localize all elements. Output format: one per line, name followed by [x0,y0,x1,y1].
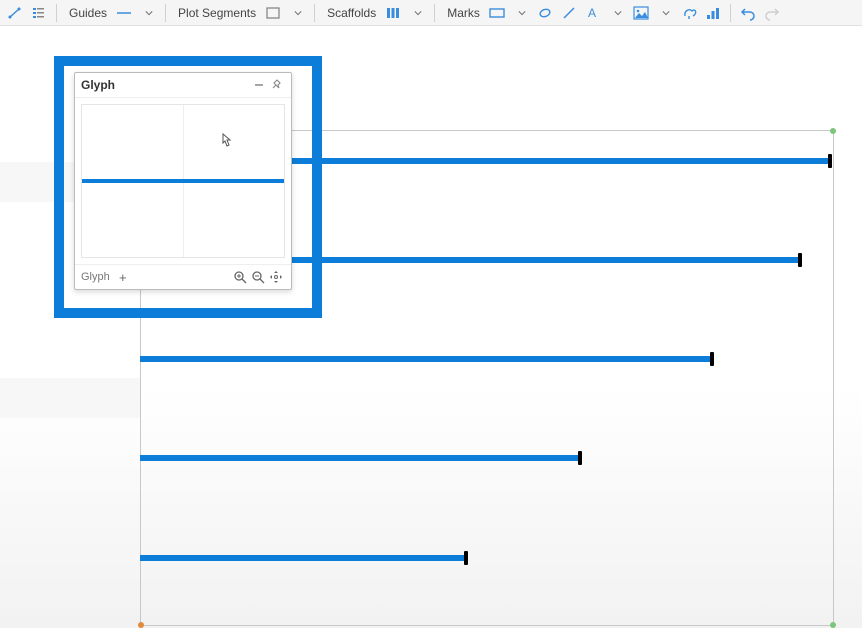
mark-symbol-button[interactable] [534,2,556,24]
scaffold-dropdown-button[interactable] [406,2,428,24]
mark-image-dropdown-button[interactable] [654,2,676,24]
redo-button[interactable] [761,2,783,24]
separator [56,4,57,22]
mark-line-button[interactable] [558,2,580,24]
mark-rect-button[interactable] [486,2,508,24]
minimize-icon[interactable] [251,77,267,93]
mark-data-axis-button[interactable] [702,2,724,24]
link-tool-button[interactable] [4,2,26,24]
legend-tool-button[interactable] [28,2,50,24]
separator [314,4,315,22]
mark-icon-button[interactable] [678,2,700,24]
bg-region [0,378,140,418]
glyph-panel-title: Glyph [81,78,115,92]
separator [730,4,731,22]
bar-mark[interactable] [140,455,580,461]
mark-text-button[interactable]: A [582,2,604,24]
zoom-in-icon[interactable] [231,268,249,286]
chart-canvas[interactable]: Glyph Glyph + [0,26,862,628]
svg-text:A: A [588,6,596,20]
scaffold-columns-button[interactable] [382,2,404,24]
glyph-panel[interactable]: Glyph Glyph + [74,72,292,290]
glyph-panel-footer: Glyph + [75,264,291,289]
scaffolds-label: Scaffolds [321,6,380,20]
bar-mark[interactable] [140,356,712,362]
anchor-top-right[interactable] [830,128,836,134]
bar-end-handle[interactable] [464,551,468,565]
glyph-footer-label: Glyph [81,271,110,283]
bar-end-handle[interactable] [828,154,832,168]
bar-end-handle[interactable] [798,253,802,267]
top-toolbar: Guides Plot Segments Scaffolds Marks [0,0,862,26]
marks-label: Marks [441,6,484,20]
bar-end-handle[interactable] [578,451,582,465]
guide-dropdown-button[interactable] [137,2,159,24]
anchor-bottom-right[interactable] [830,622,836,628]
glyph-mark-bar[interactable] [82,179,284,183]
separator [165,4,166,22]
anchor-bottom-left[interactable] [138,622,144,628]
zoom-out-icon[interactable] [249,268,267,286]
glyph-editor[interactable] [81,104,285,258]
mark-rect-dropdown-button[interactable] [510,2,532,24]
plot-segments-label: Plot Segments [172,6,260,20]
bar-end-handle[interactable] [710,352,714,366]
glyph-panel-header: Glyph [75,73,291,98]
mark-text-dropdown-button[interactable] [606,2,628,24]
undo-button[interactable] [737,2,759,24]
pan-icon[interactable] [267,268,285,286]
add-glyph-button[interactable]: + [114,268,132,286]
cursor-pointer-icon [218,133,234,154]
bar-mark[interactable] [140,555,466,561]
mark-image-button[interactable] [630,2,652,24]
pin-icon[interactable] [269,77,285,93]
separator [434,4,435,22]
plot-segment-dropdown-button[interactable] [286,2,308,24]
plot-segment-rect-button[interactable] [262,2,284,24]
guide-line-button[interactable] [113,2,135,24]
guides-label: Guides [63,6,111,20]
